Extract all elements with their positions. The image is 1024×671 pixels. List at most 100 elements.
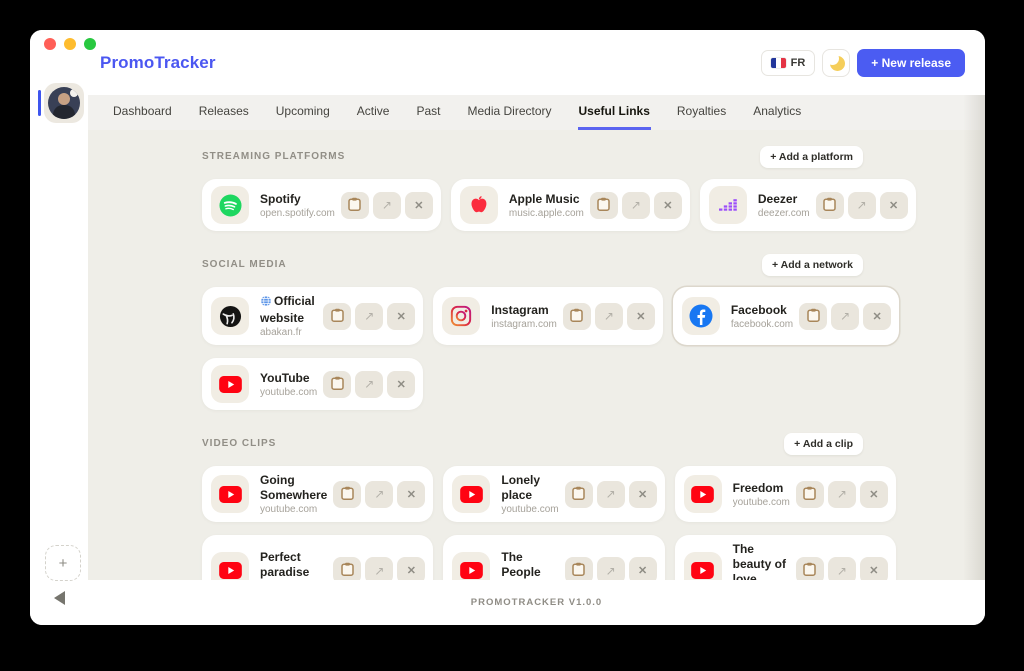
copy-button[interactable]	[565, 481, 593, 508]
open-button[interactable]: ↗	[373, 192, 401, 219]
delete-button[interactable]: ✕	[397, 481, 425, 508]
language-button[interactable]: FR	[761, 50, 816, 76]
youtube-icon	[684, 475, 722, 513]
open-button[interactable]: ↗	[828, 481, 856, 508]
open-button[interactable]: ↗	[828, 557, 856, 580]
open-button[interactable]: ↗	[365, 557, 393, 580]
tab-active[interactable]: Active	[356, 95, 391, 130]
add-profile-button[interactable]: +	[45, 545, 81, 581]
tab-releases[interactable]: Releases	[198, 95, 250, 130]
delete-icon: ✕	[873, 310, 882, 323]
tab-useful-links[interactable]: Useful Links	[578, 95, 651, 130]
delete-button[interactable]: ✕	[654, 192, 682, 219]
version-label: PROMOTRACKER V1.0.0	[471, 597, 602, 608]
copy-button[interactable]	[333, 557, 361, 580]
copy-button[interactable]	[565, 557, 593, 580]
delete-icon: ✕	[663, 199, 672, 212]
open-button[interactable]: ↗	[597, 481, 625, 508]
delete-button[interactable]: ✕	[860, 481, 888, 508]
copy-icon	[803, 562, 816, 579]
link-url: youtube.com	[260, 504, 327, 515]
open-button[interactable]: ↗	[365, 481, 393, 508]
add-a-platform-button[interactable]: + Add a platform	[760, 146, 863, 168]
copy-icon	[348, 197, 361, 214]
plus-icon: +	[59, 555, 68, 572]
section-title: VIDEO CLIPS	[202, 438, 276, 449]
link-title: Facebook	[731, 303, 793, 318]
open-button[interactable]: ↗	[355, 303, 383, 330]
delete-icon: ✕	[414, 199, 423, 212]
tab-analytics[interactable]: Analytics	[752, 95, 802, 130]
delete-button[interactable]: ✕	[629, 557, 657, 580]
delete-button[interactable]: ✕	[397, 557, 425, 580]
open-link-icon: ↗	[364, 309, 374, 323]
open-link-icon: ↗	[374, 564, 384, 578]
collapse-sidebar-button[interactable]	[54, 591, 65, 605]
copy-button[interactable]	[796, 481, 824, 508]
copy-icon	[803, 486, 816, 503]
moon-icon	[830, 56, 845, 71]
open-link-icon: ↗	[374, 487, 384, 501]
open-button[interactable]: ↗	[355, 371, 383, 398]
tab-royalties[interactable]: Royalties	[676, 95, 727, 130]
new-release-button[interactable]: + New release	[857, 49, 965, 77]
link-card-instagram: Instagraminstagram.com↗✕	[433, 287, 663, 345]
copy-button[interactable]	[333, 481, 361, 508]
delete-button[interactable]: ✕	[405, 192, 433, 219]
open-link-icon: ↗	[857, 198, 867, 212]
delete-button[interactable]: ✕	[860, 557, 888, 580]
globe-emoji-icon	[260, 295, 272, 311]
copy-button[interactable]	[563, 303, 591, 330]
zoom-window-button[interactable]	[84, 38, 96, 50]
copy-button[interactable]	[323, 371, 351, 398]
delete-button[interactable]: ✕	[387, 303, 415, 330]
link-url: youtube.com	[260, 387, 317, 398]
delete-icon: ✕	[636, 310, 645, 323]
delete-icon: ✕	[869, 564, 878, 577]
tab-media-directory[interactable]: Media Directory	[466, 95, 552, 130]
delete-button[interactable]: ✕	[863, 303, 891, 330]
add-a-clip-button[interactable]: + Add a clip	[784, 433, 863, 455]
spotify-icon	[211, 186, 249, 224]
copy-button[interactable]	[341, 192, 369, 219]
open-button[interactable]: ↗	[831, 303, 859, 330]
globe-icon	[211, 297, 249, 335]
open-button[interactable]: ↗	[848, 192, 876, 219]
youtube-icon	[452, 552, 490, 581]
minimize-window-button[interactable]	[64, 38, 76, 50]
profile-avatar[interactable]	[44, 83, 84, 123]
delete-icon: ✕	[889, 199, 898, 212]
link-url: facebook.com	[731, 319, 793, 330]
delete-button[interactable]: ✕	[387, 371, 415, 398]
add-a-network-button[interactable]: + Add a network	[762, 254, 863, 276]
copy-button[interactable]	[816, 192, 844, 219]
delete-button[interactable]: ✕	[627, 303, 655, 330]
open-button[interactable]: ↗	[622, 192, 650, 219]
tab-upcoming[interactable]: Upcoming	[275, 95, 331, 130]
link-card-the-beauty-of-love: The beauty of loveyoutube.com↗✕	[675, 535, 896, 580]
delete-button[interactable]: ✕	[629, 481, 657, 508]
delete-button[interactable]: ✕	[880, 192, 908, 219]
tab-past[interactable]: Past	[415, 95, 441, 130]
copy-button[interactable]	[796, 557, 824, 580]
copy-button[interactable]	[799, 303, 827, 330]
tab-dashboard[interactable]: Dashboard	[112, 95, 173, 130]
copy-button[interactable]	[590, 192, 618, 219]
copy-button[interactable]	[323, 303, 351, 330]
link-title: Freedom	[733, 481, 790, 496]
link-url: youtube.com	[501, 504, 558, 515]
main-area: PromoTracker FR + New release DashboardR…	[88, 30, 985, 625]
link-title: The People	[501, 550, 558, 580]
avatar	[48, 87, 80, 119]
dark-mode-toggle[interactable]	[822, 49, 850, 77]
delete-icon: ✕	[638, 488, 647, 501]
open-button[interactable]: ↗	[597, 557, 625, 580]
link-title: Deezer	[758, 192, 810, 207]
delete-icon: ✕	[869, 488, 878, 501]
close-window-button[interactable]	[44, 38, 56, 50]
section-social-media: SOCIAL MEDIA+ Add a networkOfficial webs…	[202, 254, 863, 410]
open-button[interactable]: ↗	[595, 303, 623, 330]
youtube-icon	[211, 475, 249, 513]
link-card-youtube: YouTubeyoutube.com↗✕	[202, 358, 423, 410]
apple-music-icon	[460, 186, 498, 224]
